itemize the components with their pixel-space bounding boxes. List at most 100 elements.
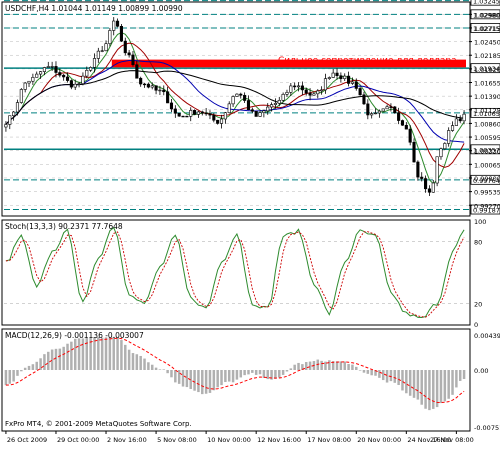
bear-candle-body	[246, 100, 251, 111]
bull-candle-body	[235, 93, 239, 97]
time-tick-label: 10 Nov 00:00	[207, 436, 251, 444]
macd-histogram-bar	[39, 358, 42, 370]
macd-histogram-bar	[458, 370, 462, 381]
bull-candle-body	[158, 89, 162, 92]
bull-candle-body	[443, 143, 447, 150]
bear-candle-body	[304, 89, 308, 94]
bull-candle-body	[23, 82, 27, 90]
bear-candle-body	[335, 72, 339, 76]
candle	[19, 88, 23, 104]
resistance-annotation: Сильное сопротивление для доллара	[278, 56, 457, 66]
bull-candle-body	[150, 85, 154, 88]
bull-candle-body	[439, 148, 443, 158]
macd-histogram-bar	[339, 361, 343, 370]
bear-candle-body	[58, 72, 62, 76]
macd-histogram-bar	[20, 370, 23, 372]
bear-candle-body	[119, 25, 123, 42]
macd-histogram-bar	[405, 370, 408, 394]
macd-histogram-bar	[358, 370, 362, 371]
macd-histogram-bar	[224, 370, 227, 383]
bull-candle-body	[312, 93, 316, 96]
macd-histogram-bar	[120, 340, 123, 370]
time-tick-label: 26 Oct 2009	[7, 436, 47, 444]
bear-candle-body	[54, 66, 58, 73]
macd-histogram-bar	[462, 370, 466, 379]
price-tick-label: 0.99270	[474, 202, 500, 210]
candle	[435, 156, 439, 187]
macd-histogram-bar	[23, 367, 27, 370]
bear-candle-body	[424, 178, 428, 190]
bull-candle-body	[42, 67, 46, 72]
macd-histogram-bar	[58, 348, 62, 370]
macd-histogram-bar	[181, 370, 185, 387]
macd-histogram-bar	[451, 370, 454, 395]
macd-histogram-bar	[247, 370, 250, 375]
bear-candle-body	[142, 83, 147, 86]
candle	[181, 115, 185, 118]
macd-histogram-bar	[285, 370, 289, 372]
bear-candle-body	[200, 111, 204, 114]
macd-histogram-bar	[401, 370, 404, 391]
bear-candle-body	[358, 88, 362, 96]
macd-histogram-bar	[104, 337, 108, 370]
bear-candle-body	[412, 141, 416, 163]
time-tick-label: 12 Nov 16:00	[257, 436, 301, 444]
bull-candle-body	[81, 75, 85, 84]
bull-candle-body	[112, 20, 116, 31]
stochastic-tick-label: 0	[474, 321, 478, 329]
bull-candle-body	[231, 96, 235, 105]
candle	[393, 105, 397, 114]
macd-histogram-bar	[185, 370, 189, 388]
price-tick-label: 1.01390	[474, 93, 500, 101]
bear-candle-body	[420, 176, 424, 179]
macd-histogram-bar	[70, 341, 73, 370]
macd-histogram-bar	[381, 370, 385, 381]
macd-histogram-bar	[328, 360, 331, 370]
macd-histogram-bar	[116, 337, 119, 370]
bear-candle-body	[123, 40, 127, 54]
bull-candle-body	[39, 71, 43, 75]
candle	[177, 112, 181, 117]
macd-histogram-bar	[4, 370, 8, 386]
bear-candle-body	[250, 109, 254, 112]
macd-histogram-bar	[355, 366, 358, 370]
bull-candle-body	[108, 30, 112, 44]
bull-candle-body	[258, 112, 262, 117]
bear-candle-body	[139, 77, 143, 85]
macd-histogram-bar	[420, 370, 423, 405]
price-tick-label: 1.01920	[474, 66, 500, 74]
bull-candle-body	[454, 118, 458, 126]
bear-candle-body	[177, 112, 181, 117]
bull-candle-body	[435, 156, 439, 184]
bear-candle-body	[162, 89, 166, 93]
macd-histogram-bar	[201, 370, 204, 395]
price-axis: 1.02980 1.02715 1.02450 1.02185 1.01920 1.016…	[469, 11, 500, 210]
bull-candle-body	[50, 66, 54, 68]
macd-histogram-bar	[439, 370, 443, 404]
macd-histogram-bar	[100, 337, 104, 370]
bear-candle-body	[173, 108, 177, 114]
price-tick-label: 1.00065	[474, 161, 500, 169]
macd-histogram-bar	[166, 370, 169, 374]
candle	[119, 23, 123, 42]
bull-candle-body	[35, 73, 39, 78]
bear-candle-body	[293, 85, 297, 88]
bull-candle-body	[19, 89, 23, 103]
bull-candle-body	[320, 89, 324, 92]
time-tick-label: 2 Nov 16:00	[107, 436, 147, 444]
price-tick-label: 1.02980	[474, 11, 500, 19]
bull-candle-body	[196, 111, 200, 115]
macd-tick-label: -0.00751	[474, 424, 500, 432]
macd-histogram-bar	[408, 370, 412, 396]
macd-histogram-bar	[343, 361, 346, 370]
macd-histogram-bar	[62, 346, 65, 370]
bull-candle-body	[189, 110, 193, 117]
macd-histogram-bar	[227, 370, 231, 382]
candle	[400, 119, 405, 126]
bear-candle-body	[308, 92, 312, 96]
macd-histogram-bar	[385, 370, 389, 383]
bear-candle-body	[212, 114, 216, 121]
bull-candle-body	[370, 113, 374, 116]
bear-candle-body	[239, 93, 243, 96]
macd-histogram-bar	[432, 370, 435, 409]
